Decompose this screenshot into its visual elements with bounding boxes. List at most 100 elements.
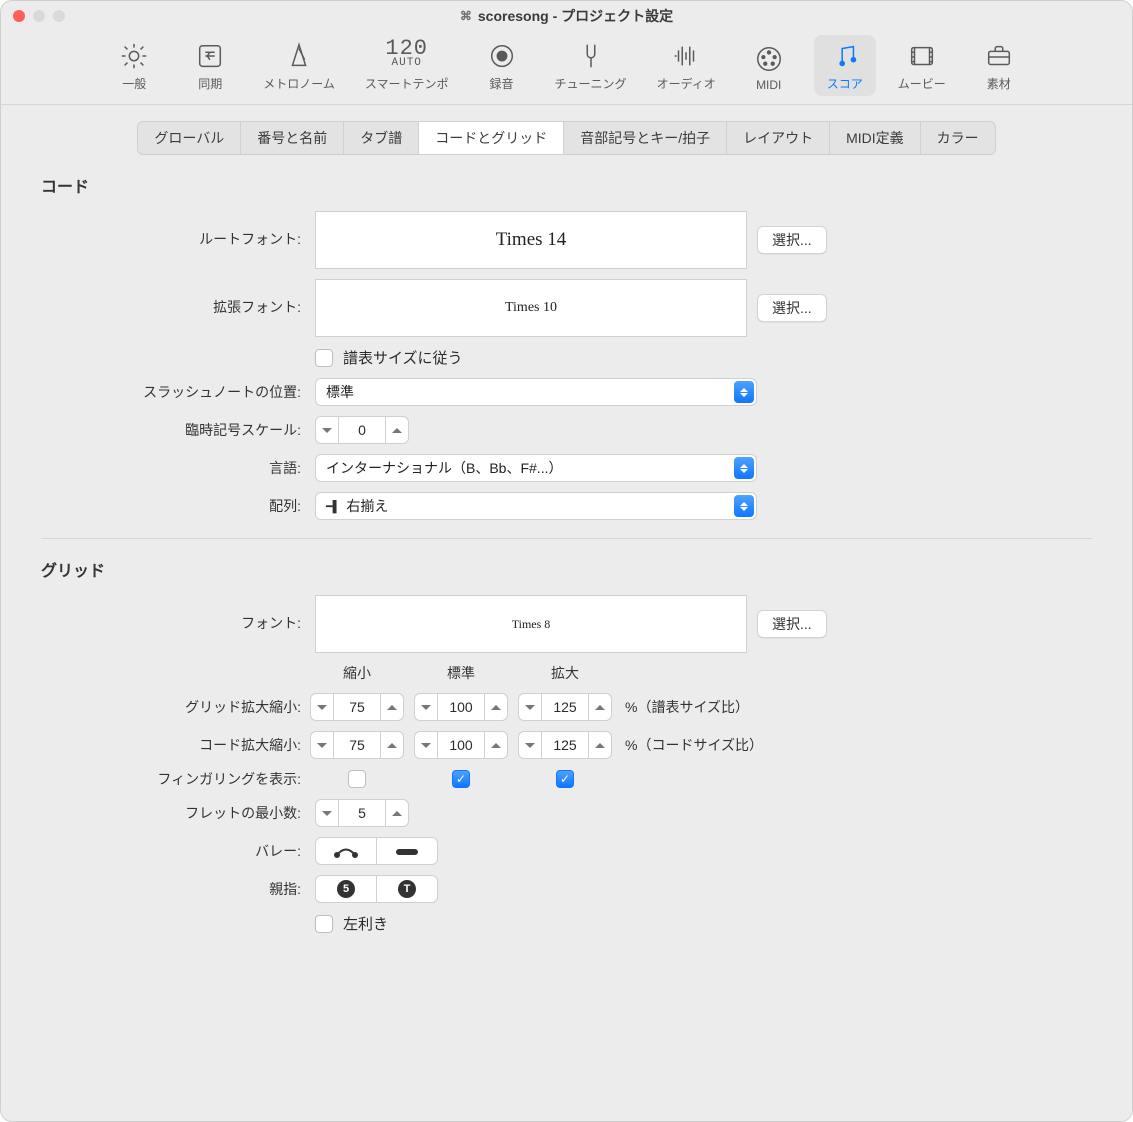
toolbar-tuning[interactable]: チューニング bbox=[547, 35, 635, 96]
toolbar-midi[interactable]: MIDI bbox=[738, 38, 800, 96]
min-frets-label: フレットの最小数: bbox=[41, 803, 301, 823]
slash-position-label: スラッシュノートの位置: bbox=[41, 382, 301, 402]
subtab-color[interactable]: カラー bbox=[921, 122, 995, 154]
zoom-col-small: 縮小 bbox=[309, 663, 405, 683]
left-handed-checkbox[interactable] bbox=[315, 915, 333, 933]
toolbar-smart-tempo[interactable]: 120 AUTO スマートテンポ bbox=[357, 35, 457, 96]
zoom-window-button[interactable] bbox=[53, 10, 65, 22]
grid-zoom-label: グリッド拡大縮小: bbox=[41, 697, 301, 717]
barre-option-arc[interactable] bbox=[316, 838, 377, 864]
accidental-scale-stepper[interactable]: 0 bbox=[315, 416, 409, 444]
score-subtabs: グローバル 番号と名前 タブ譜 コードとグリッド 音部記号とキー/拍子 レイアウ… bbox=[137, 121, 995, 155]
toolbar-movie[interactable]: ムービー bbox=[890, 35, 954, 96]
subtab-numbers[interactable]: 番号と名前 bbox=[241, 122, 344, 154]
thumb-number-icon: 5 bbox=[337, 880, 355, 898]
popup-knob-icon bbox=[734, 457, 754, 479]
toolbar-general[interactable]: 一般 bbox=[103, 35, 165, 96]
grid-font-label: フォント: bbox=[41, 595, 301, 633]
root-font-label: ルートフォント: bbox=[41, 211, 301, 249]
chord-zoom-label: コード拡大縮小: bbox=[41, 735, 301, 755]
barre-label: バレー: bbox=[41, 841, 301, 861]
toolbar-record[interactable]: 録音 bbox=[471, 35, 533, 96]
align-label: 配列: bbox=[41, 496, 301, 516]
language-label: 言語: bbox=[41, 458, 301, 478]
chord-zoom-normal-stepper[interactable]: 100 bbox=[414, 731, 508, 759]
show-fingering-label: フィンガリングを表示: bbox=[41, 769, 301, 789]
stepper-increment[interactable] bbox=[385, 417, 408, 443]
subtab-clef[interactable]: 音部記号とキー/拍子 bbox=[564, 122, 727, 154]
toolbar-score[interactable]: スコア bbox=[814, 35, 876, 96]
fingering-normal-checkbox[interactable] bbox=[452, 770, 470, 788]
close-window-button[interactable] bbox=[13, 10, 25, 22]
follow-staff-size-label: 譜表サイズに従う bbox=[343, 347, 463, 368]
section-divider bbox=[41, 538, 1092, 539]
window-title: ⌘ scoresong - プロジェクト設定 bbox=[1, 6, 1132, 26]
document-icon: ⌘ bbox=[460, 9, 472, 23]
window-controls bbox=[13, 10, 65, 22]
briefcase-icon bbox=[984, 39, 1014, 73]
fingering-small-checkbox[interactable] bbox=[348, 770, 366, 788]
grid-zoom-small-stepper[interactable]: 75 bbox=[310, 693, 404, 721]
language-popup[interactable]: インターナショナル（B、Bb、F#...） bbox=[315, 454, 757, 482]
subtab-midi-def[interactable]: MIDI定義 bbox=[830, 122, 921, 154]
thumb-segmented[interactable]: 5 T bbox=[315, 875, 438, 903]
section-grid-title: グリッド bbox=[41, 557, 1092, 581]
barre-segmented[interactable] bbox=[315, 837, 438, 865]
waveform-icon bbox=[671, 39, 701, 73]
thumb-option-number[interactable]: 5 bbox=[316, 876, 377, 902]
grid-font-select-button[interactable]: 選択... bbox=[757, 610, 827, 638]
thumb-letter-icon: T bbox=[398, 880, 416, 898]
zoom-col-large: 拡大 bbox=[517, 663, 613, 683]
ext-font-select-button[interactable]: 選択... bbox=[757, 294, 827, 322]
project-settings-window: ⌘ scoresong - プロジェクト設定 一般 同期 メトロノーム bbox=[0, 0, 1133, 1122]
thumb-label: 親指: bbox=[41, 879, 301, 899]
section-chords-title: コード bbox=[41, 173, 1092, 197]
tuning-fork-icon bbox=[576, 39, 606, 73]
score-icon bbox=[830, 39, 860, 73]
popup-knob-icon bbox=[734, 381, 754, 403]
left-handed-label: 左利き bbox=[343, 913, 388, 934]
zoom-col-normal: 標準 bbox=[413, 663, 509, 683]
toolbar-assets[interactable]: 素材 bbox=[968, 35, 1030, 96]
midi-icon bbox=[754, 42, 784, 76]
barre-option-bar[interactable] bbox=[377, 838, 437, 864]
grid-zoom-normal-stepper[interactable]: 100 bbox=[414, 693, 508, 721]
chord-zoom-large-stepper[interactable]: 125 bbox=[518, 731, 612, 759]
min-frets-stepper[interactable]: 5 bbox=[315, 799, 409, 827]
sync-icon bbox=[195, 39, 225, 73]
subtab-chords[interactable]: コードとグリッド bbox=[419, 122, 564, 154]
grid-zoom-large-stepper[interactable]: 125 bbox=[518, 693, 612, 721]
root-font-select-button[interactable]: 選択... bbox=[757, 226, 827, 254]
record-icon bbox=[487, 39, 517, 73]
subtab-layout[interactable]: レイアウト bbox=[727, 122, 830, 154]
minimize-window-button[interactable] bbox=[33, 10, 45, 22]
movie-icon bbox=[907, 39, 937, 73]
toolbar-audio[interactable]: オーディオ bbox=[649, 35, 724, 96]
content: グローバル 番号と名前 タブ譜 コードとグリッド 音部記号とキー/拍子 レイアウ… bbox=[1, 105, 1132, 1121]
toolbar: 一般 同期 メトロノーム 120 AUTO スマートテンポ bbox=[1, 31, 1132, 105]
barre-arc-icon bbox=[331, 844, 361, 858]
chord-zoom-unit: %（コードサイズ比） bbox=[621, 735, 1092, 755]
slash-position-popup[interactable]: 標準 bbox=[315, 378, 757, 406]
follow-staff-size-checkbox[interactable] bbox=[315, 349, 333, 367]
align-right-icon: ━▌ bbox=[326, 500, 340, 513]
ext-font-label: 拡張フォント: bbox=[41, 279, 301, 317]
grid-zoom-unit: %（譜表サイズ比） bbox=[621, 697, 1092, 717]
subtab-tablature[interactable]: タブ譜 bbox=[344, 122, 419, 154]
fingering-large-checkbox[interactable] bbox=[556, 770, 574, 788]
stepper-decrement[interactable] bbox=[316, 417, 339, 443]
ext-font-preview: Times 10 bbox=[315, 279, 747, 337]
align-popup[interactable]: ━▌ 右揃え bbox=[315, 492, 757, 520]
tempo-icon: 120 AUTO bbox=[385, 39, 428, 73]
toolbar-sync[interactable]: 同期 bbox=[179, 35, 241, 96]
titlebar: ⌘ scoresong - プロジェクト設定 bbox=[1, 1, 1132, 31]
accidental-scale-label: 臨時記号スケール: bbox=[41, 420, 301, 440]
grid-font-preview: Times 8 bbox=[315, 595, 747, 653]
subtab-global[interactable]: グローバル bbox=[138, 122, 241, 154]
chord-zoom-small-stepper[interactable]: 75 bbox=[310, 731, 404, 759]
thumb-option-letter[interactable]: T bbox=[377, 876, 437, 902]
toolbar-metronome[interactable]: メトロノーム bbox=[255, 35, 343, 96]
window-title-text: scoresong - プロジェクト設定 bbox=[478, 6, 673, 26]
barre-bar-icon bbox=[392, 844, 422, 858]
metronome-icon bbox=[284, 39, 314, 73]
